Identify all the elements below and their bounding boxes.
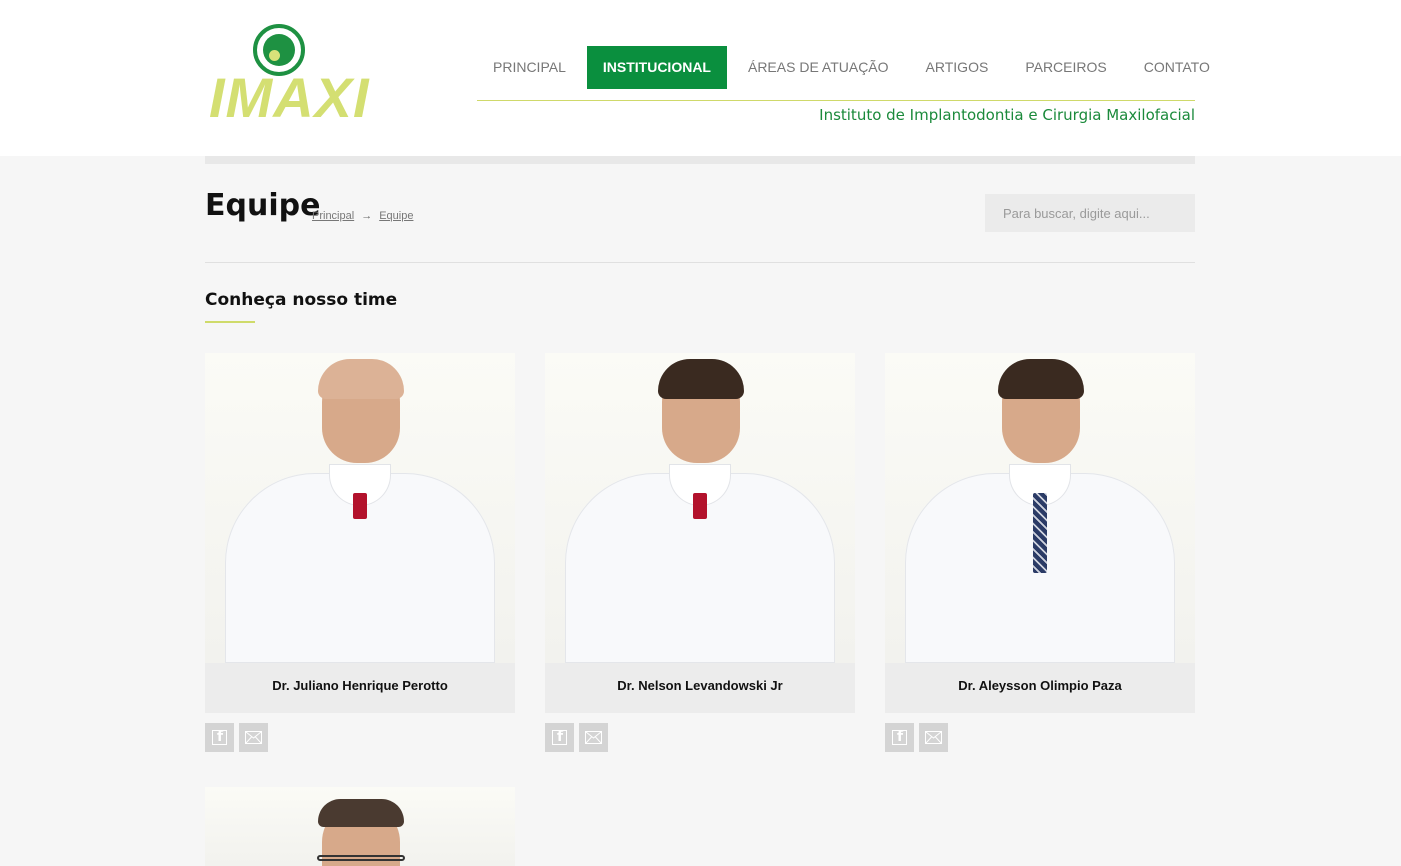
- photo-hair: [318, 359, 404, 399]
- doctor-name: Dr. Juliano Henrique Perotto: [205, 663, 515, 713]
- nav-institucional[interactable]: INSTITUCIONAL: [586, 46, 727, 89]
- mail-icon: [585, 731, 602, 744]
- doctor-photo: [205, 787, 515, 866]
- breadcrumb-current-link[interactable]: Equipe: [379, 210, 413, 222]
- nav-divider: [477, 100, 1195, 101]
- social-links: [205, 723, 515, 752]
- social-links: [545, 723, 855, 752]
- page-title: Equipe: [205, 188, 321, 223]
- main-nav: PRINCIPAL INSTITUCIONAL ÁREAS DE ATUAÇÃO…: [477, 46, 1231, 89]
- team-card: Dr. Juliano Henrique Perotto: [205, 353, 515, 752]
- doctor-photo: [205, 353, 515, 663]
- breadcrumb-arrow-icon: →: [361, 210, 373, 222]
- doctor-name: Dr. Nelson Levandowski Jr: [545, 663, 855, 713]
- site-header: IMAXI PRINCIPAL INSTITUCIONAL ÁREAS DE A…: [0, 0, 1401, 156]
- doctor-photo: [885, 353, 1195, 663]
- mail-icon: [245, 731, 262, 744]
- facebook-icon: [552, 729, 567, 745]
- logo-dot: [269, 50, 280, 61]
- divider: [205, 262, 1195, 263]
- search-input[interactable]: [985, 194, 1195, 232]
- content-top-bar: [205, 156, 1195, 164]
- facebook-icon: [892, 729, 907, 745]
- logo-ball: [263, 34, 295, 66]
- nav-areas-de-atuacao[interactable]: ÁREAS DE ATUAÇÃO: [732, 46, 905, 89]
- photo-hair: [318, 799, 404, 827]
- section-title: Conheça nosso time: [205, 290, 398, 310]
- photo-hair: [998, 359, 1084, 399]
- doctor-photo: [545, 353, 855, 663]
- nav-artigos[interactable]: ARTIGOS: [910, 46, 1005, 89]
- breadcrumb: Principal → Equipe: [312, 210, 413, 222]
- glasses-icon: [317, 855, 405, 861]
- nav-principal[interactable]: PRINCIPAL: [477, 46, 582, 89]
- team-card: [205, 787, 515, 866]
- email-button[interactable]: [239, 723, 268, 752]
- breadcrumb-home-link[interactable]: Principal: [312, 210, 354, 222]
- email-button[interactable]: [579, 723, 608, 752]
- photo-tie: [693, 493, 707, 519]
- nav-parceiros[interactable]: PARCEIROS: [1009, 46, 1122, 89]
- mail-icon: [925, 731, 942, 744]
- facebook-button[interactable]: [545, 723, 574, 752]
- doctor-name: Dr. Aleysson Olimpio Paza: [885, 663, 1195, 713]
- nav-contato[interactable]: CONTATO: [1128, 46, 1226, 89]
- photo-hair: [658, 359, 744, 399]
- team-card: Dr. Aleysson Olimpio Paza: [885, 353, 1195, 752]
- photo-tie: [1033, 493, 1047, 573]
- facebook-button[interactable]: [205, 723, 234, 752]
- facebook-button[interactable]: [885, 723, 914, 752]
- facebook-icon: [212, 729, 227, 745]
- team-card: Dr. Nelson Levandowski Jr: [545, 353, 855, 752]
- logo-text: IMAXI: [209, 66, 370, 129]
- email-button[interactable]: [919, 723, 948, 752]
- imaxi-logo[interactable]: IMAXI: [207, 24, 370, 129]
- site-tagline: Instituto de Implantodontia e Cirurgia M…: [819, 106, 1195, 124]
- photo-tie: [353, 493, 367, 519]
- social-links: [885, 723, 1195, 752]
- section-underline: [205, 321, 255, 323]
